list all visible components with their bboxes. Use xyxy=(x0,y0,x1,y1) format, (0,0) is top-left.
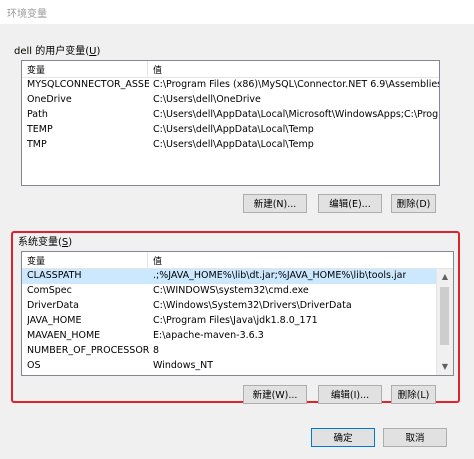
table-row[interactable]: NUMBER_OF_PROCESSORS 8 xyxy=(22,344,453,359)
table-row[interactable]: Path C:\Users\dell\AppData\Local\Microsof… xyxy=(22,108,439,123)
user-vars-label: dell 的用户变量(U) xyxy=(14,46,101,57)
cancel-button[interactable]: 取消 xyxy=(383,428,447,447)
table-row[interactable]: JAVA_HOME C:\Program Files\Java\jdk1.8.0_… xyxy=(22,314,453,329)
user-vars-list[interactable]: 变量 值 MYSQLCONNECTOR_ASSE... C:\Program Fi… xyxy=(21,60,440,186)
system-delete-button[interactable]: 删除(L) xyxy=(391,385,436,404)
title-bar[interactable]: 环境变量 xyxy=(0,0,474,24)
table-row-selected[interactable]: CLASSPATH .;%JAVA_HOME%\lib\dt.jar;%JAVA_… xyxy=(22,269,453,284)
ok-button[interactable]: 确定 xyxy=(311,428,375,447)
column-header-value[interactable]: 值 xyxy=(153,63,162,76)
column-header-value[interactable]: 值 xyxy=(153,254,162,267)
user-vars-header: 变量 值 xyxy=(22,61,439,78)
system-vars-scrollbar[interactable]: ▲ ▼ xyxy=(436,269,453,375)
system-new-button[interactable]: 新建(W)... xyxy=(243,385,307,404)
user-new-button[interactable]: 新建(N)... xyxy=(243,194,307,213)
column-header-name[interactable]: 变量 xyxy=(27,254,45,267)
system-vars-header: 变量 值 xyxy=(22,252,453,269)
window-title: 环境变量 xyxy=(7,9,47,20)
system-edit-button[interactable]: 编辑(I)... xyxy=(318,385,382,404)
table-row[interactable]: DriverData C:\Windows\System32\Drivers\Dr… xyxy=(22,299,453,314)
user-edit-button[interactable]: 编辑(E)... xyxy=(318,194,382,213)
scroll-down-icon[interactable]: ▼ xyxy=(437,359,453,375)
system-vars-list[interactable]: 变量 值 CLASSPATH .;%JAVA_HOME%\lib\dt.jar;%… xyxy=(21,251,454,376)
table-row[interactable]: ComSpec C:\WINDOWS\system32\cmd.exe xyxy=(22,284,453,299)
table-row[interactable]: MYSQLCONNECTOR_ASSE... C:\Program Files (… xyxy=(22,78,439,93)
user-delete-button[interactable]: 删除(D) xyxy=(391,194,436,213)
scrollbar-thumb[interactable] xyxy=(440,287,449,345)
table-row[interactable]: TMP C:\Users\dell\AppData\Local\Temp xyxy=(22,138,439,153)
scroll-up-icon[interactable]: ▲ xyxy=(437,269,453,285)
table-row[interactable]: TEMP C:\Users\dell\AppData\Local\Temp xyxy=(22,123,439,138)
env-vars-dialog: dell 的用户变量(U) 变量 值 MYSQLCONNECTOR_ASSE..… xyxy=(0,24,474,459)
column-header-name[interactable]: 变量 xyxy=(27,63,45,76)
table-row[interactable]: MAVAEN_HOME E:\apache-maven-3.6.3 xyxy=(22,329,453,344)
table-row[interactable]: OS Windows_NT xyxy=(22,359,453,374)
table-row[interactable]: OneDrive C:\Users\dell\OneDrive xyxy=(22,93,439,108)
system-vars-label: 系统变量(S) xyxy=(18,237,73,248)
